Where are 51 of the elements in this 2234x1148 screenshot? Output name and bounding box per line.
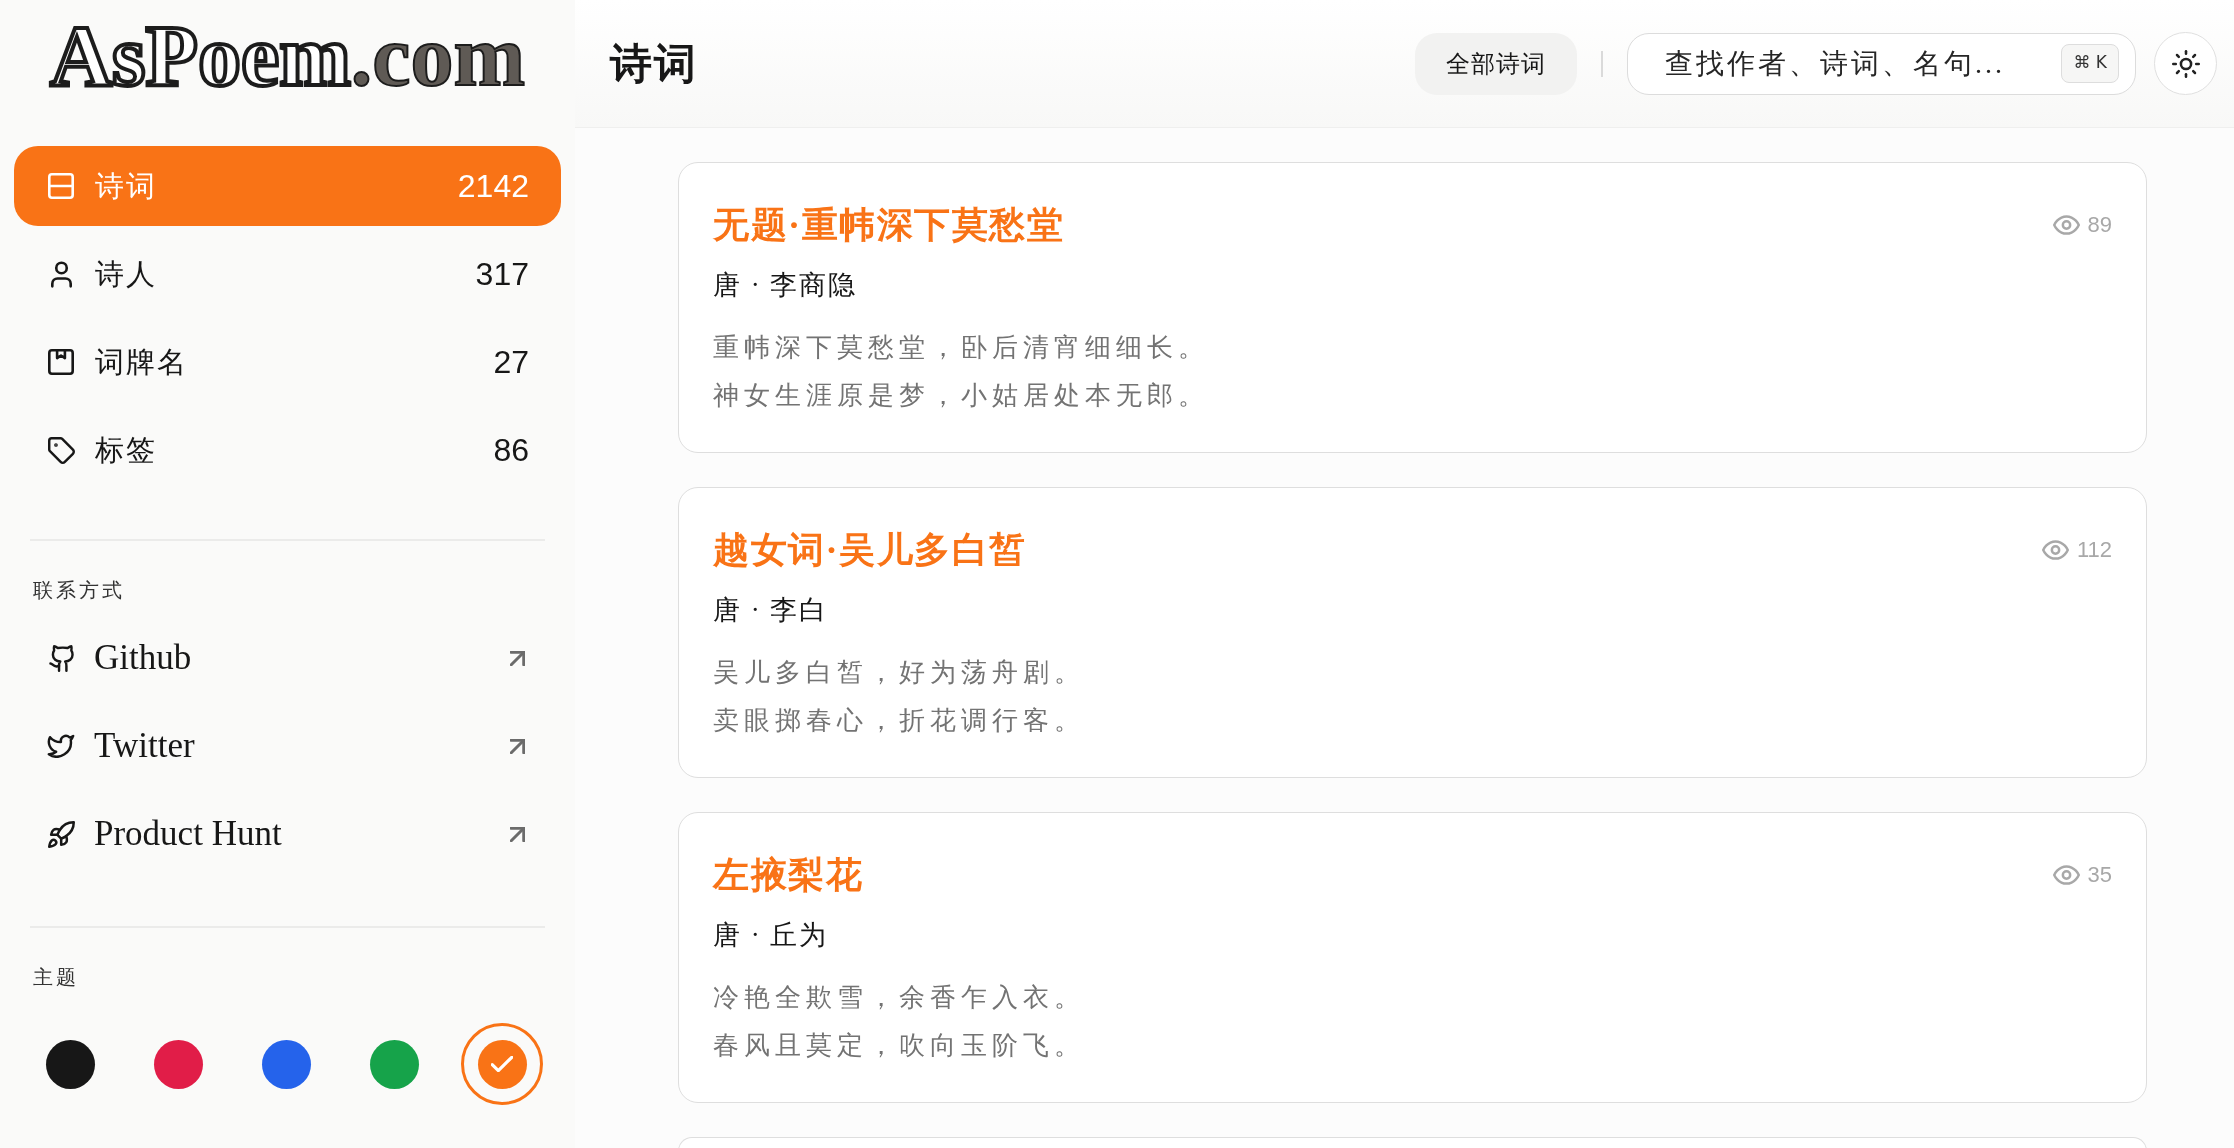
- poem-line: 冷艳全欺雪，余香乍入衣。: [713, 982, 1085, 1014]
- nav-item[interactable]: 诗人 317: [14, 234, 561, 314]
- split-square-icon: [48, 173, 74, 199]
- arrow-up-right-icon: [510, 650, 525, 666]
- poem-author: 唐 · 丘为: [713, 919, 829, 952]
- arrow-up-right-icon: [510, 738, 525, 754]
- theme-color-button[interactable]: [369, 1039, 419, 1089]
- external-link[interactable]: Product Hunt: [14, 794, 561, 874]
- tag-icon: [47, 436, 75, 464]
- item-count: 2142: [457, 167, 529, 206]
- sun-icon: [2171, 49, 2200, 78]
- section-heading: 联系方式: [33, 578, 126, 603]
- view-count: 89: [2087, 211, 2112, 239]
- theme-color-button[interactable]: [261, 1039, 311, 1089]
- page-title: 诗词: [610, 42, 698, 85]
- item-count: 86: [493, 431, 529, 470]
- arrow-up-right-icon: [510, 826, 525, 842]
- eye-icon: [2052, 215, 2080, 235]
- poem-line: 重帏深下莫愁堂，卧后清宵细细长。: [713, 332, 1209, 364]
- user-icon: [50, 260, 72, 288]
- shortcut-key: ⌘ K: [2061, 43, 2119, 83]
- theme-color-button[interactable]: [153, 1039, 203, 1089]
- poem-card[interactable]: 无题·重帏深下莫愁堂 89 唐 · 李商隐 重帏深下莫愁堂，卧后清宵细细长。 神女生涯原是梦，小姑居处本无郎。: [678, 162, 2147, 453]
- check-icon: [491, 1056, 513, 1072]
- bookmark-box-icon: [48, 349, 74, 375]
- poem-line: 神女生涯原是梦，小姑居处本无郎。: [713, 380, 1209, 412]
- eye-icon: [2052, 865, 2080, 885]
- item-count: 27: [493, 343, 529, 382]
- external-link[interactable]: Github: [14, 618, 561, 698]
- github-icon: [48, 644, 74, 672]
- theme-color-button[interactable]: [461, 1023, 543, 1105]
- rocket-icon: [47, 820, 75, 848]
- poem-author: 唐 · 李白: [713, 594, 829, 627]
- site-logo[interactable]: AsPoem.com: [49, 13, 526, 99]
- poem-card[interactable]: 越女词·吴儿多白皙 112 唐 · 李白 吴儿多白皙，好为荡舟剧。 卖眼掷春心，折花调行客。: [678, 487, 2147, 778]
- poem-line: 春风且莫定，吹向玉阶飞。: [713, 1030, 1085, 1062]
- eye-icon: [2041, 540, 2069, 560]
- poem-line: 卖眼掷春心，折花调行客。: [713, 705, 1085, 737]
- theme-color-button[interactable]: [45, 1039, 95, 1089]
- bird-icon: [47, 734, 75, 758]
- nav-item[interactable]: 词牌名 27: [14, 322, 561, 402]
- poem-card[interactable]: 左掖梨花 35 唐 · 丘为 冷艳全欺雪，余香乍入衣。 春风且莫定，吹向玉阶飞。: [678, 812, 2147, 1103]
- view-count: 112: [2076, 536, 2112, 564]
- external-link[interactable]: Twitter: [14, 706, 561, 786]
- view-count: 35: [2087, 861, 2112, 889]
- poem-author: 唐 · 李商隐: [713, 269, 858, 302]
- nav-item[interactable]: 标签 86: [14, 410, 561, 490]
- section-heading: 主题: [33, 965, 80, 990]
- poem-line: 吴儿多白皙，好为荡舟剧。: [713, 657, 1085, 689]
- item-count: 317: [475, 255, 529, 294]
- filter-button[interactable]: 全部诗词: [1415, 32, 1577, 95]
